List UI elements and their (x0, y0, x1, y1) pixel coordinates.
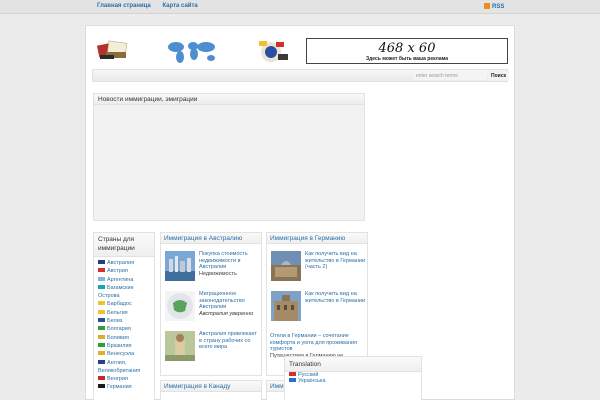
entry-title[interactable]: Покупка стоимость недвижимости в Австрал… (199, 251, 248, 270)
country-label: Венгрия (107, 376, 128, 383)
entry-title[interactable]: Как получить вид на жительство в Германи… (305, 251, 365, 270)
rss-label: RSS (492, 4, 505, 10)
german-building-thumbnail (271, 291, 301, 321)
ad-size: 468 x 60 (378, 41, 436, 56)
australia-box: Иммиграция в Австралию Покупка стоимость… (160, 232, 262, 376)
countries-sidebar: Страны для иммиграции Австралия Австрия Ар… (93, 232, 155, 400)
flag-icon (289, 372, 296, 376)
canada-box: Иммиграция в Канаду (160, 380, 262, 400)
rss-link[interactable]: RSS (484, 3, 504, 10)
country-item[interactable]: Барбадос (98, 300, 150, 308)
flag-icon (98, 301, 105, 306)
translation-title: Translation (285, 357, 421, 372)
country-item[interactable]: Австралия (98, 259, 150, 267)
language-label: Українська (298, 378, 326, 384)
country-label: Австрия (107, 268, 128, 275)
sydney-thumbnail (165, 251, 195, 281)
translation-widget: Translation Русский Українська (284, 356, 422, 400)
country-item[interactable]: Англия, Великобритания (98, 359, 150, 376)
entry-category: Недвижимость (199, 270, 237, 277)
top-bar: Главная страница Карта сайта RSS (0, 0, 600, 14)
nav-home-link[interactable]: Главная страница (97, 3, 151, 9)
country-item[interactable]: Бельгия (98, 309, 150, 317)
countries-title: Страны для иммиграции (94, 233, 154, 257)
flag-icon (98, 384, 105, 389)
reichstag-thumbnail (271, 251, 301, 281)
canada-box-title[interactable]: Иммиграция в Канаду (161, 381, 261, 392)
entry-title[interactable]: Австралия привлекает в страну рабочих со… (199, 331, 257, 350)
country-label: Германия (107, 384, 132, 391)
flag-icon (98, 326, 105, 331)
flag-icon (98, 268, 105, 273)
country-label: Белиз (107, 318, 123, 325)
countries-list: Австралия Австрия Аргентина Багамские Остро… (94, 257, 154, 392)
country-label: Австралия (107, 260, 135, 266)
country-item[interactable]: Аргентина (98, 276, 150, 284)
news-title: Новости иммиграции, эмиграции (94, 94, 364, 105)
news-panel: Новости иммиграции, эмиграции (93, 93, 365, 221)
flag-icon (98, 342, 105, 347)
passport-documents-icon (96, 40, 128, 59)
australia-globe-thumbnail (165, 291, 195, 321)
search-button[interactable]: Поиск (488, 71, 509, 81)
australia-box-title[interactable]: Иммиграция в Австралию (161, 233, 261, 244)
entry-title[interactable]: Отели в Германии – сочетание комфорта и … (270, 333, 366, 353)
flag-icon (98, 284, 105, 289)
country-item[interactable]: Венесуэла (98, 350, 150, 358)
germany-box-title[interactable]: Иммиграция в Германию (267, 233, 367, 244)
page-wrapper: 468 x 60 Здесь может быть ваша реклама e… (85, 25, 515, 400)
entry-title[interactable]: Как получить вид на жительство в Германи… (305, 291, 365, 304)
country-label: Венесуэла (107, 351, 135, 358)
flag-icon (98, 309, 105, 314)
search-input[interactable]: enter search terms (413, 72, 487, 80)
country-item[interactable]: Венгрия (98, 375, 150, 383)
country-label: Боливия (107, 334, 129, 341)
top-nav: Главная страница Карта сайта (97, 3, 208, 9)
rss-icon (484, 3, 490, 9)
worker-thumbnail (165, 331, 195, 361)
country-item[interactable]: Багамские Острова (98, 284, 150, 301)
country-label: Болгария (107, 326, 131, 333)
entry-excerpt: Австралия уверенно (199, 310, 254, 317)
country-item[interactable]: Боливия (98, 334, 150, 342)
country-label: Бельгия (107, 309, 128, 316)
nav-sitemap-link[interactable]: Карта сайта (162, 3, 197, 9)
ad-banner[interactable]: 468 x 60 Здесь может быть ваша реклама (306, 38, 508, 64)
flag-icon (98, 260, 105, 264)
search-bar: enter search terms Поиск (92, 69, 509, 82)
country-item[interactable]: Австрия (98, 267, 150, 275)
flag-icon (289, 378, 296, 382)
germany-box: Иммиграция в Германию Как получить вид н… (266, 232, 368, 376)
flag-icon (98, 276, 105, 281)
entry-title[interactable]: Миграционное законодательство Австралии (199, 291, 245, 310)
world-map-icon (168, 42, 215, 63)
flag-icon (98, 359, 105, 364)
flags-globe-icon (259, 41, 288, 62)
site-header: 468 x 60 Здесь может быть ваша реклама (86, 26, 514, 68)
country-item[interactable]: Белиз (98, 317, 150, 325)
country-item[interactable]: Бразилия (98, 342, 150, 350)
country-item[interactable]: Германия (98, 383, 150, 391)
flag-icon (98, 376, 105, 381)
country-label: Бразилия (107, 342, 132, 349)
country-label: Аргентина (107, 276, 134, 283)
country-item[interactable]: Болгария (98, 325, 150, 333)
flag-icon (98, 334, 105, 339)
flag-icon (98, 351, 105, 356)
ad-caption: Здесь может быть ваша реклама (365, 56, 449, 62)
country-label: Барбадос (107, 301, 132, 308)
language-option[interactable]: Українська (285, 378, 421, 384)
flag-icon (98, 318, 105, 323)
